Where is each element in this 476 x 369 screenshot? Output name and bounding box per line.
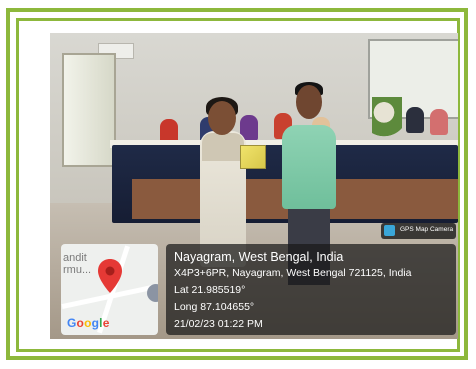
badge-label: GPS Map Camera: [400, 226, 454, 233]
presenter-figure: [282, 125, 336, 209]
camera-icon: [384, 225, 395, 236]
map-pin-icon: [98, 259, 122, 293]
location-address: X4P3+6PR, Nayagram, West Bengal 721125, …: [174, 267, 412, 279]
student-scarf: [202, 133, 244, 161]
location-info-panel: Nayagram, West Bengal, India X4P3+6PR, N…: [166, 244, 456, 335]
map-poi-icon: [147, 284, 158, 302]
gps-camera-badge: GPS Map Camera: [381, 223, 456, 239]
student-head: [208, 101, 236, 135]
latitude: Lat 21.985519°: [174, 284, 246, 296]
map-label: andit: [63, 252, 87, 264]
audience-member: [430, 109, 448, 135]
flower-vase: [372, 97, 402, 141]
presenter-head: [296, 85, 322, 119]
audience-member: [406, 107, 424, 133]
longitude: Long 87.104655°: [174, 301, 255, 313]
timestamp: 21/02/23 01:22 PM: [174, 318, 263, 330]
window: [62, 53, 116, 167]
handed-book: [240, 145, 266, 169]
map-thumbnail: andit rmu... Google: [61, 244, 158, 335]
location-title: Nayagram, West Bengal, India: [174, 250, 344, 264]
map-label: rmu...: [63, 264, 92, 276]
google-logo: Google: [67, 316, 110, 330]
